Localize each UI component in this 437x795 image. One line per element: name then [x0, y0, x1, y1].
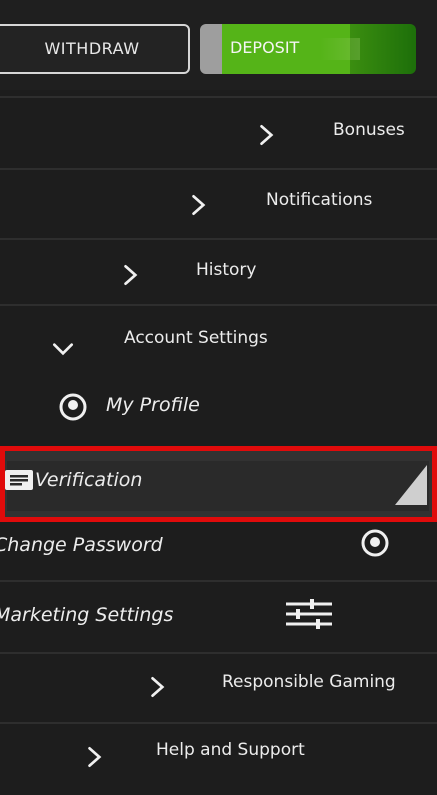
menu-label-bonuses: Bonuses	[333, 120, 405, 140]
chevron-down-icon	[52, 343, 74, 356]
top-action-bar: WITHDRAW DEPOSIT	[0, 0, 437, 90]
chevron-right-icon	[151, 676, 165, 698]
submenu-label-verification: Verification	[35, 469, 143, 491]
submenu-item-verification[interactable]: Verification	[0, 446, 437, 522]
submenu-item-change-password[interactable]: Change Password	[0, 522, 437, 580]
submenu-label-my-profile: My Profile	[106, 394, 200, 416]
submenu-label-change-password: Change Password	[0, 534, 163, 556]
submenu-item-marketing-settings[interactable]: Marketing Settings	[0, 580, 437, 650]
menu-label-responsible-gaming: Responsible Gaming	[222, 672, 396, 692]
id-card-icon	[5, 470, 33, 490]
deposit-button-label: DEPOSIT	[230, 38, 300, 57]
menu-label-notifications: Notifications	[266, 190, 373, 210]
submenu-item-my-profile[interactable]: My Profile	[0, 372, 437, 440]
corner-indicator-icon	[395, 465, 427, 505]
menu-item-history[interactable]: History	[0, 238, 437, 308]
menu-item-notifications[interactable]: Notifications	[0, 168, 437, 238]
sliders-icon	[286, 599, 332, 629]
menu-item-help-support[interactable]: Help and Support	[0, 722, 437, 795]
deposit-button[interactable]: DEPOSIT	[200, 24, 416, 74]
withdraw-button[interactable]: WITHDRAW	[0, 24, 190, 74]
menu-item-responsible-gaming[interactable]: Responsible Gaming	[0, 652, 437, 722]
menu-label-history: History	[196, 260, 257, 280]
menu-item-bonuses[interactable]: Bonuses	[0, 96, 437, 166]
chevron-right-icon	[124, 264, 138, 286]
submenu-label-marketing-settings: Marketing Settings	[0, 604, 174, 626]
menu-label-account-settings: Account Settings	[124, 328, 268, 348]
lock-icon	[361, 529, 389, 557]
menu-label-help-support: Help and Support	[156, 740, 305, 760]
menu-item-account-settings[interactable]: Account Settings	[0, 304, 437, 374]
chevron-right-icon	[192, 194, 206, 216]
chevron-right-icon	[260, 124, 274, 146]
deposit-fade-overlay	[320, 38, 360, 60]
profile-icon	[59, 393, 87, 421]
chevron-right-icon	[88, 746, 102, 768]
